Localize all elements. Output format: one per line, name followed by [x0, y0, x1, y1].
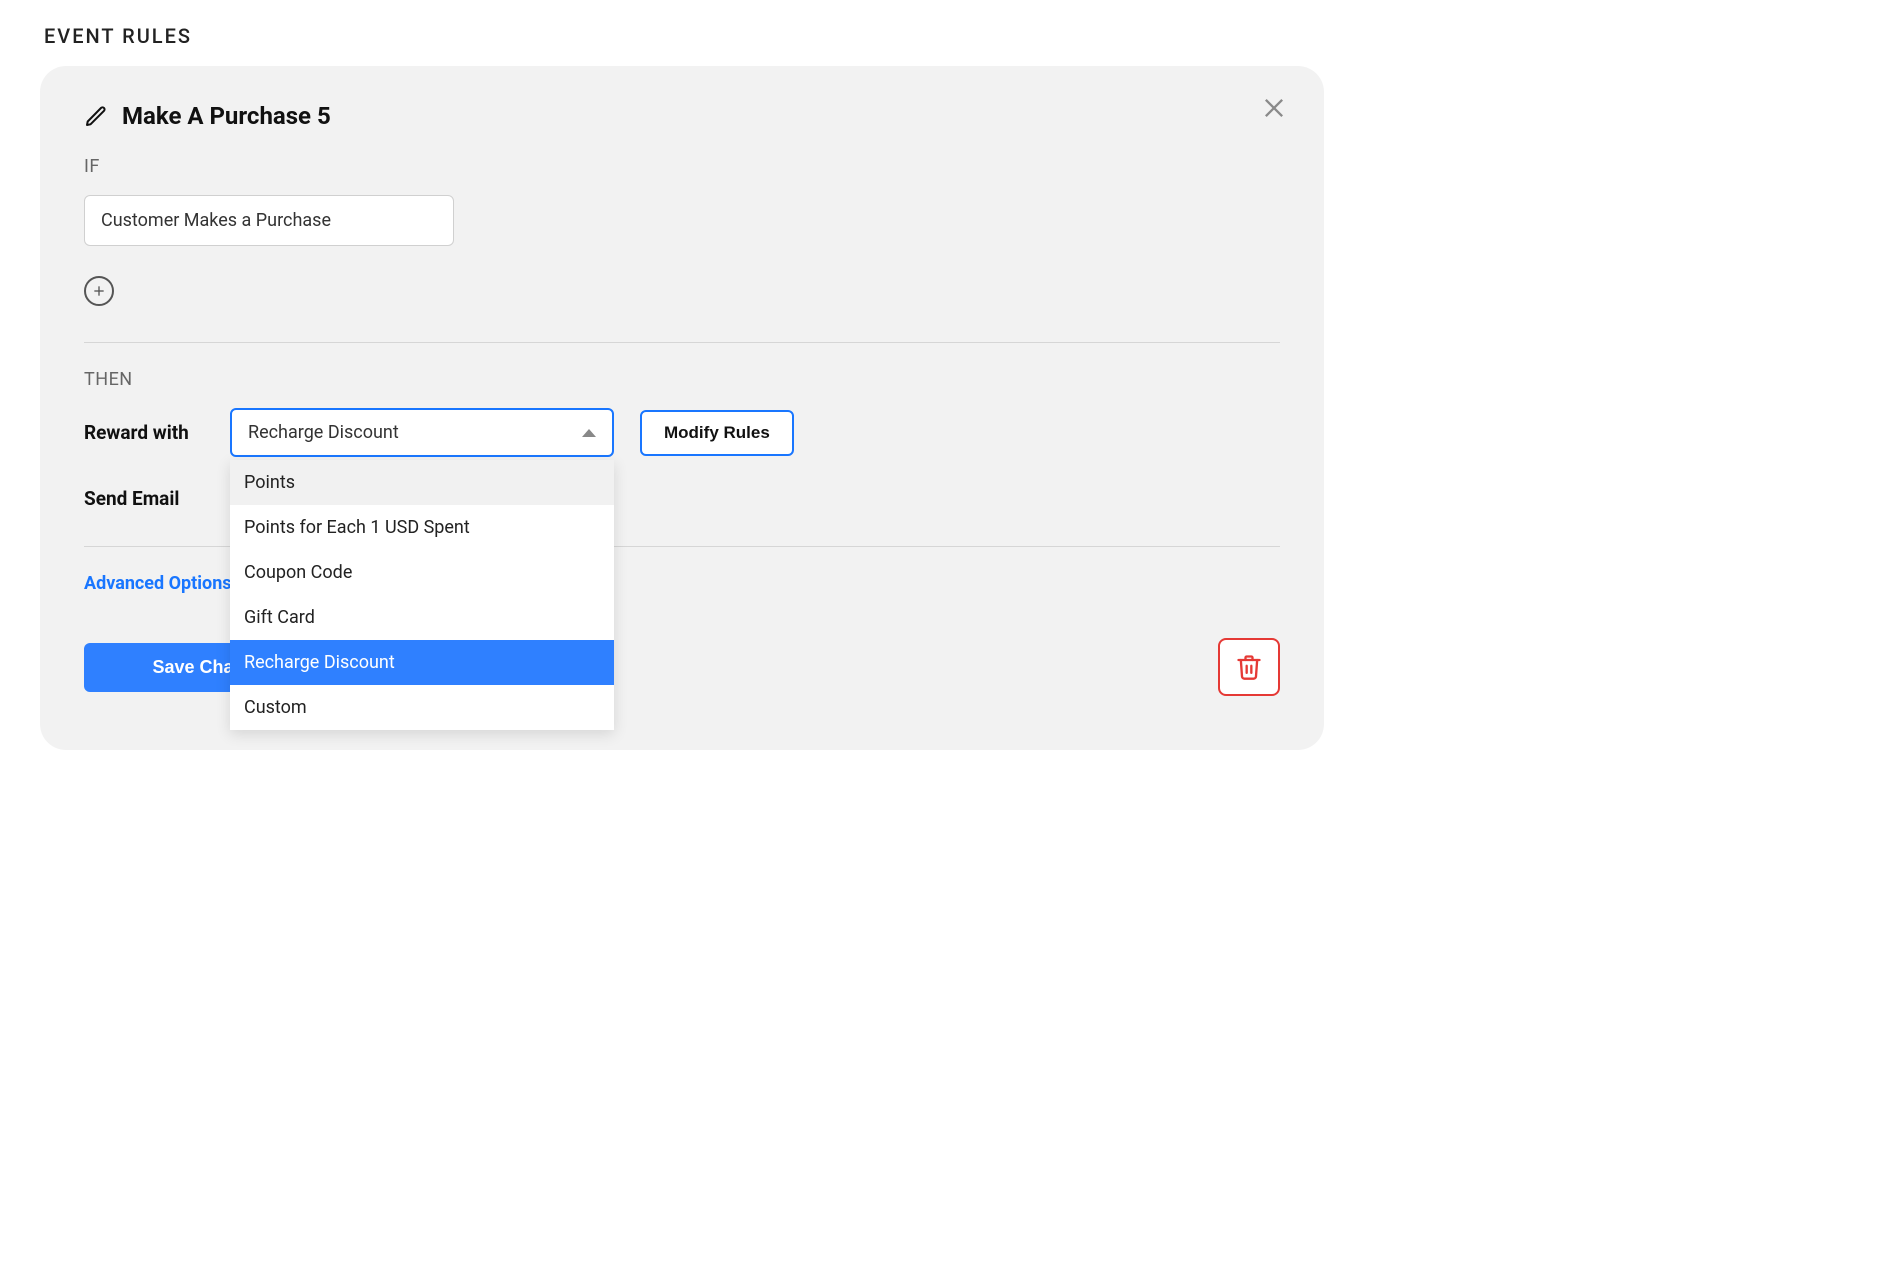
pencil-icon[interactable]: [84, 104, 108, 128]
reward-option[interactable]: Recharge Discount: [230, 640, 614, 685]
reward-with-label: Reward with: [84, 421, 204, 444]
reward-dropdown: PointsPoints for Each 1 USD SpentCoupon …: [230, 460, 614, 730]
then-label: THEN: [84, 369, 1280, 390]
caret-up-icon: [582, 429, 596, 437]
send-email-label: Send Email: [84, 487, 179, 510]
reward-option[interactable]: Gift Card: [230, 595, 614, 640]
reward-option[interactable]: Points for Each 1 USD Spent: [230, 505, 614, 550]
reward-select-value: Recharge Discount: [248, 422, 399, 443]
reward-select[interactable]: Recharge Discount: [230, 408, 614, 457]
rule-title: Make A Purchase 5: [122, 102, 331, 130]
reward-option[interactable]: Coupon Code: [230, 550, 614, 595]
if-label: IF: [84, 156, 1280, 177]
section-heading: EVENT RULES: [44, 24, 1860, 48]
condition-select[interactable]: Customer Makes a Purchase: [84, 195, 454, 246]
modify-rules-button[interactable]: Modify Rules: [640, 410, 794, 456]
close-icon[interactable]: [1260, 94, 1288, 122]
reward-option[interactable]: Points: [230, 460, 614, 505]
add-condition-button[interactable]: [84, 276, 114, 306]
rule-card: Make A Purchase 5 IF Customer Makes a Pu…: [40, 66, 1324, 750]
reward-option[interactable]: Custom: [230, 685, 614, 730]
divider: [84, 342, 1280, 343]
delete-button[interactable]: [1218, 638, 1280, 696]
